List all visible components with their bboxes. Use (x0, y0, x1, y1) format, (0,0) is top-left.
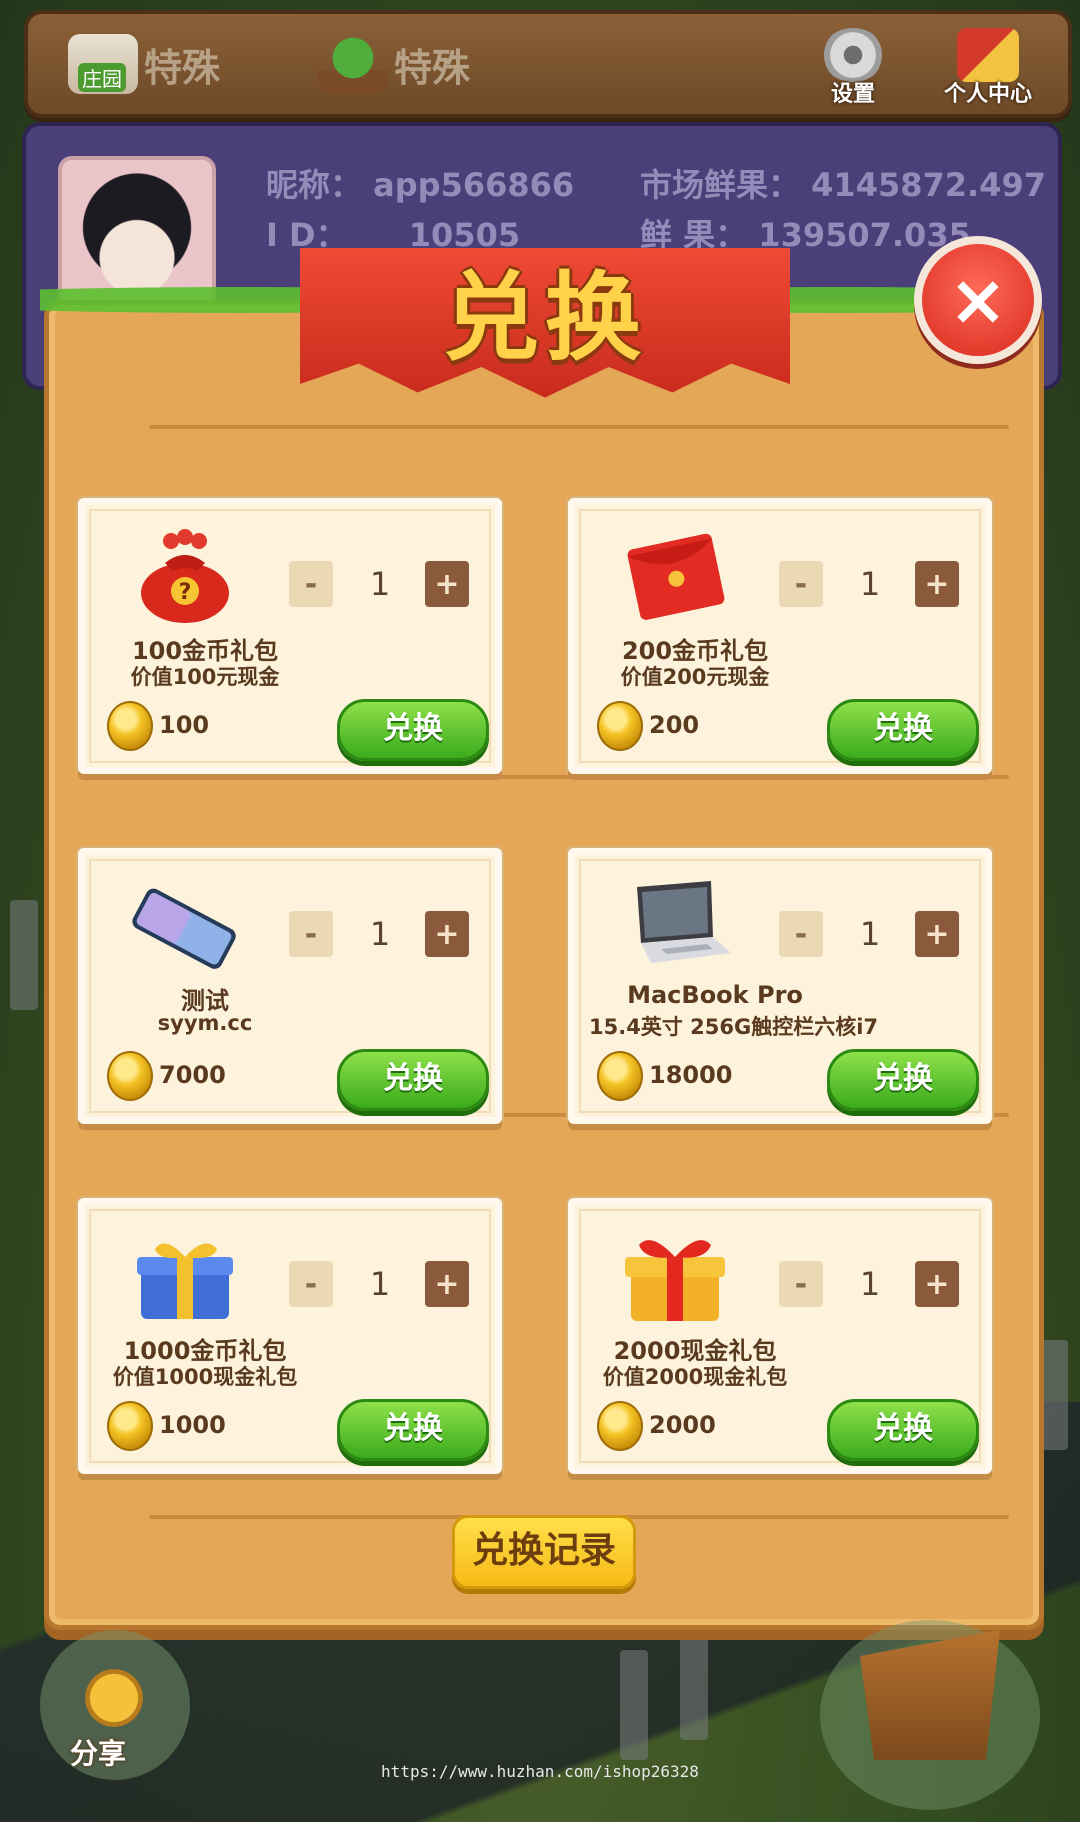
market-fruit-label: 市场鲜果： (640, 166, 801, 204)
item-price: 1000 (159, 1411, 226, 1439)
laptop-icon (615, 877, 735, 977)
exchange-item-card: -1 + 测试 syym.cc 7000 兑换 (78, 848, 502, 1124)
item-description: syym.cc (157, 1011, 253, 1035)
exchange-item-card: -1 +1000金币礼包 价值1000现金礼包 1000 兑换 (78, 1198, 502, 1474)
close-icon: × (948, 259, 1008, 341)
quantity-increase-button[interactable]: + (425, 561, 469, 607)
exchange-item-card: ? -1 +100金币礼包 价值100元现金 100 兑换 (78, 498, 502, 774)
item-description: 价值200元现金 (620, 665, 770, 689)
market-fruit-row: 市场鲜果： 4145872.497 (640, 160, 1046, 206)
gold-coin-icon (597, 1051, 643, 1101)
exchange-button[interactable]: 兑换 (337, 699, 489, 761)
tab-tree[interactable]: 特殊 (318, 34, 470, 94)
quantity-value: 1 (859, 565, 881, 603)
quantity-value: 1 (859, 1265, 881, 1303)
money-bag-icon: ? (125, 527, 245, 627)
gold-coin-icon (597, 701, 643, 751)
quantity-decrease-button[interactable]: - (779, 911, 823, 957)
quantity-increase-button[interactable]: + (915, 561, 959, 607)
treasure-box-button[interactable] (820, 1620, 1040, 1810)
quantity-increase-button[interactable]: + (425, 1261, 469, 1307)
quantity-decrease-button[interactable]: - (779, 561, 823, 607)
tab-tree-label: 特殊 (394, 45, 471, 90)
gold-coin-icon (107, 1401, 153, 1451)
exchange-button[interactable]: 兑换 (337, 1399, 489, 1461)
item-price: 7000 (159, 1061, 226, 1089)
quantity-decrease-button[interactable]: - (289, 1261, 333, 1307)
profile-icon (957, 28, 1019, 82)
quantity-increase-button[interactable]: + (915, 1261, 959, 1307)
nickname-label: 昵称： (266, 166, 363, 204)
quantity-value: 1 (369, 1265, 391, 1303)
farm-icon (68, 34, 138, 94)
quantity-decrease-button[interactable]: - (779, 1261, 823, 1307)
settings-button[interactable]: 设置 (808, 28, 898, 108)
quantity-decrease-button[interactable]: - (289, 561, 333, 607)
share-button[interactable]: 分享 (40, 1630, 190, 1780)
item-price: 18000 (649, 1061, 733, 1089)
item-description: 价值100元现金 (130, 665, 280, 689)
quantity-value: 1 (369, 565, 391, 603)
watermark: https://www.huzhan.com/ishop26328 (381, 1762, 699, 1781)
exchange-item-card: -1 +2000现金礼包 价值2000现金礼包 2000 兑换 (568, 1198, 992, 1474)
svg-text:?: ? (179, 580, 192, 605)
top-bar: 特殊 特殊 设置 个人中心 (24, 10, 1072, 118)
item-price: 100 (159, 711, 210, 739)
red-envelope-icon (615, 527, 735, 627)
item-price: 2000 (649, 1411, 716, 1439)
phone-icon (125, 877, 245, 977)
dialog-title: 兑换 (443, 262, 647, 374)
exchange-button[interactable]: 兑换 (827, 1049, 979, 1111)
tab-farm-label: 特殊 (144, 45, 221, 90)
item-description: 15.4英寸 256G触控栏六核i7 (589, 1015, 879, 1039)
exchange-button[interactable]: 兑换 (337, 1049, 489, 1111)
profile-button[interactable]: 个人中心 (928, 28, 1048, 108)
exchange-item-card: -1 +200金币礼包 价值200元现金 200 兑换 (568, 498, 992, 774)
item-description: 价值2000现金礼包 (602, 1365, 788, 1389)
gold-coin-icon (107, 701, 153, 751)
exchange-history-button[interactable]: 兑换记录 (452, 1515, 636, 1589)
plank-line (149, 425, 1009, 429)
nickname-value: app566866 (373, 166, 575, 204)
profile-label: 个人中心 (943, 82, 1032, 107)
tree-icon (318, 34, 388, 94)
exchange-item-card: -1 + MacBook Pro 15.4英寸 256G触控栏六核i7 18000 兑换 (568, 848, 992, 1124)
gold-coin-icon (107, 1051, 153, 1101)
plank-line (149, 775, 1009, 779)
quantity-value: 1 (369, 915, 391, 953)
close-button[interactable]: × (914, 236, 1042, 364)
gear-icon (822, 28, 884, 82)
item-name: MacBook Pro (627, 981, 803, 1009)
quantity-value: 1 (859, 915, 881, 953)
settings-label: 设置 (830, 82, 875, 107)
gold-gift-icon (615, 1227, 735, 1327)
nickname-row: 昵称： app566866 (266, 160, 574, 206)
item-description: 价值1000现金礼包 (112, 1365, 298, 1389)
exchange-button[interactable]: 兑换 (827, 1399, 979, 1461)
gold-coin-icon (597, 1401, 643, 1451)
item-price: 200 (649, 711, 700, 739)
market-fruit-value: 4145872.497 (811, 166, 1046, 204)
quantity-decrease-button[interactable]: - (289, 911, 333, 957)
treasure-box-icon (860, 1630, 1000, 1760)
quantity-increase-button[interactable]: + (425, 911, 469, 957)
exchange-button[interactable]: 兑换 (827, 699, 979, 761)
quantity-increase-button[interactable]: + (915, 911, 959, 957)
blue-gift-icon (125, 1227, 245, 1327)
tab-farm[interactable]: 特殊 (68, 34, 220, 94)
